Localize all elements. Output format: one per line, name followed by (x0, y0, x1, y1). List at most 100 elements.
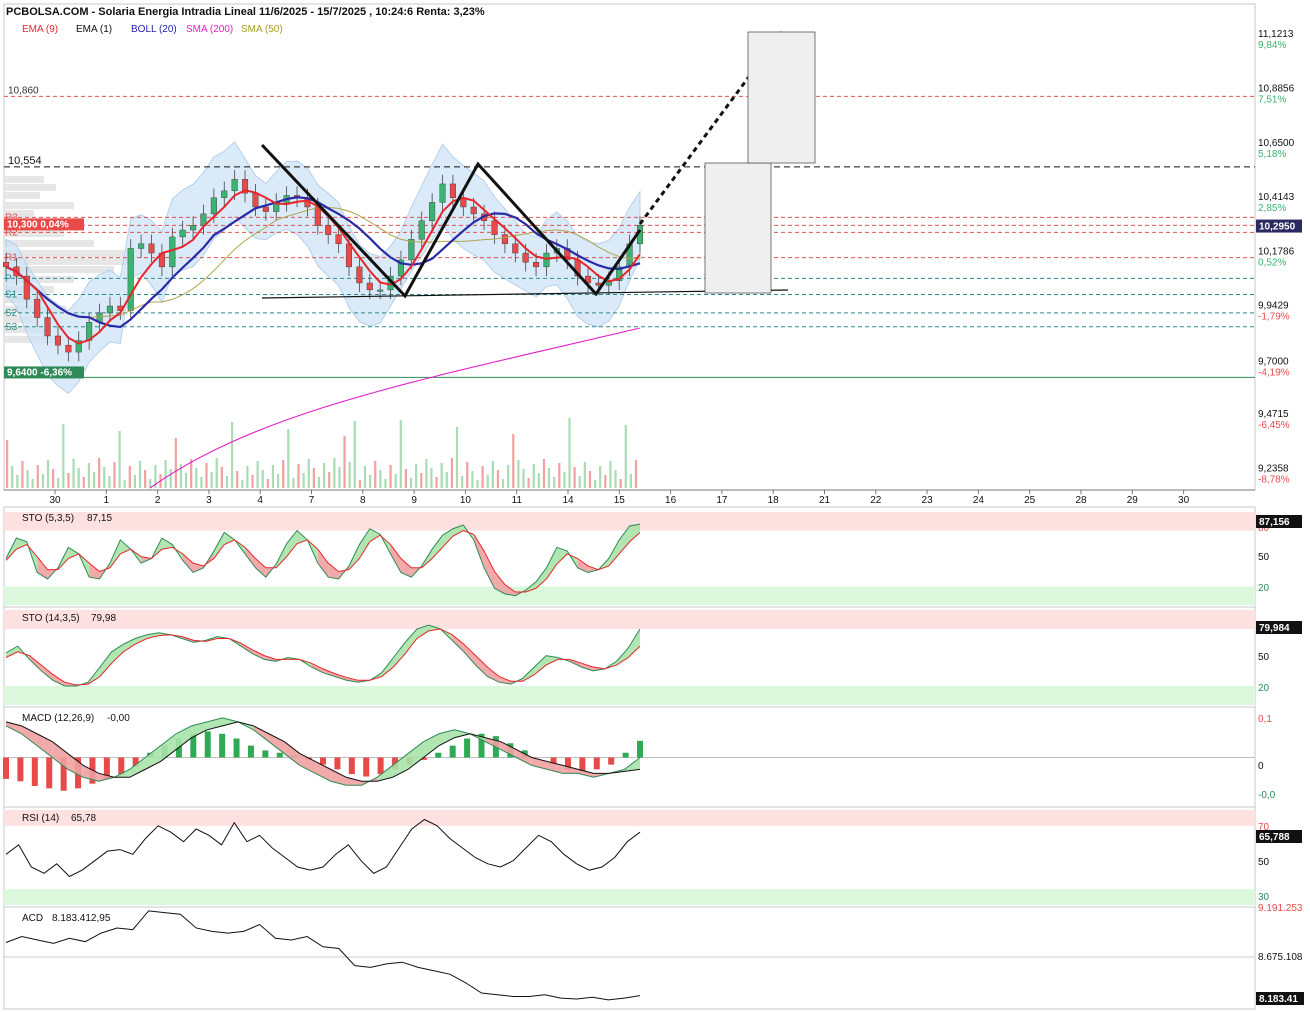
volume-bar (614, 470, 617, 488)
volume-bar (619, 479, 622, 488)
candle (449, 183, 456, 198)
volume-bar (384, 479, 387, 488)
pivot-label: S2 (5, 308, 18, 319)
level-label: 10,554 (8, 155, 42, 167)
candle (138, 243, 145, 249)
candle (501, 234, 508, 245)
volume-bar (517, 460, 520, 488)
candle (65, 344, 72, 353)
volume-bar (36, 465, 39, 488)
volume-bar (164, 460, 167, 488)
volume-bar (323, 463, 326, 488)
volume-bar (461, 476, 464, 488)
volume-bar (256, 461, 259, 488)
volume-bar (57, 478, 60, 488)
sto-fill (182, 553, 194, 573)
pivot-label: S1 (5, 290, 18, 301)
volume-bar (77, 468, 80, 488)
volume-bar (46, 460, 50, 488)
y-tick-label: 30 (1258, 892, 1270, 903)
y-tick-label: 9,7000 (1258, 357, 1289, 368)
volume-bar (287, 429, 290, 488)
volume-bar (230, 422, 234, 488)
sto-fill (629, 524, 640, 542)
macd-histogram-bar (320, 757, 326, 765)
y-tick-pct: 2,85% (1258, 203, 1286, 214)
volume-bar (312, 468, 315, 488)
macd-fill (52, 741, 68, 770)
sto-k-line (5, 624, 641, 687)
volume-bar (41, 474, 44, 488)
sto2-value: 79,98 (91, 613, 116, 624)
sto-fill (463, 644, 476, 666)
volume-bar (348, 462, 351, 488)
volume-bar (72, 459, 75, 488)
candle (2, 262, 10, 268)
y-tick-label: 9,9429 (1258, 301, 1289, 312)
y-tick-label: 10,8856 (1258, 84, 1295, 95)
sto-fill (628, 629, 640, 658)
rsi-panel: 70503065,788 (4, 810, 1302, 905)
volume-bar (547, 468, 551, 488)
macd-histogram-bar (593, 757, 600, 770)
x-tick-label: 10 (460, 495, 472, 506)
volume-bar (128, 466, 131, 488)
macd-histogram-bar (219, 733, 226, 758)
volume-bar (476, 480, 479, 488)
volume-bar (379, 470, 382, 488)
volume-bar (532, 464, 535, 488)
sto-fill (89, 563, 100, 579)
volume-bar (113, 462, 116, 488)
candle (54, 335, 61, 346)
volume-bar (389, 465, 392, 488)
macd-histogram-bar (608, 757, 615, 765)
volume-bar (108, 476, 111, 488)
x-tick-label: 15 (614, 495, 626, 506)
volume-bar (568, 418, 571, 488)
x-tick-label: 9 (411, 495, 417, 506)
macd-fill (454, 729, 470, 738)
volume-bar (292, 478, 295, 488)
volume-bar (276, 474, 280, 488)
y-tick-label: 50 (1258, 652, 1270, 663)
candle (429, 202, 436, 221)
volume-bar (558, 463, 561, 488)
y-tick-label: 10,6500 (1258, 138, 1295, 149)
sto-fill (475, 655, 488, 677)
macd-fill (408, 741, 424, 770)
volume-bar (133, 475, 137, 488)
volume-bar (138, 461, 142, 488)
volume-bar (430, 468, 433, 488)
macd-histogram-bar (363, 757, 370, 777)
volume-bar (123, 480, 126, 488)
sto-5-3-5-panel: 80502087,156 (4, 512, 1302, 605)
volume-bar (6, 440, 9, 488)
sto1-value: 87,15 (87, 513, 112, 524)
volume-bar (144, 470, 147, 488)
candle (543, 252, 550, 268)
x-tick-label: 24 (973, 495, 985, 506)
macd-fill (284, 741, 300, 766)
macd-histogram-bar (449, 745, 456, 758)
x-tick-label: 8 (360, 495, 366, 506)
candle (595, 282, 602, 286)
legend-sma50: SMA (50) (241, 24, 283, 35)
x-tick-label: 28 (1075, 495, 1087, 506)
volume-profile-bar (4, 184, 56, 191)
volume-bar (435, 477, 438, 488)
x-tick-label: 21 (819, 495, 831, 506)
y-tick-pct: 0,52% (1258, 257, 1286, 268)
macd-histogram-bar (435, 752, 442, 758)
y-tick-label: 0 (1258, 761, 1264, 772)
sto1-label: STO (5,3,5) (22, 513, 74, 524)
volume-bar (496, 470, 500, 488)
volume-bar (328, 472, 331, 488)
volume-bar (241, 480, 244, 488)
volume-bar (118, 431, 121, 488)
candle (356, 266, 363, 284)
volume-bar (624, 425, 627, 488)
x-tick-label: 1 (104, 495, 110, 506)
last-value-label: 65,788 (1259, 832, 1290, 843)
candle (470, 206, 477, 215)
sto-fill (328, 563, 339, 579)
